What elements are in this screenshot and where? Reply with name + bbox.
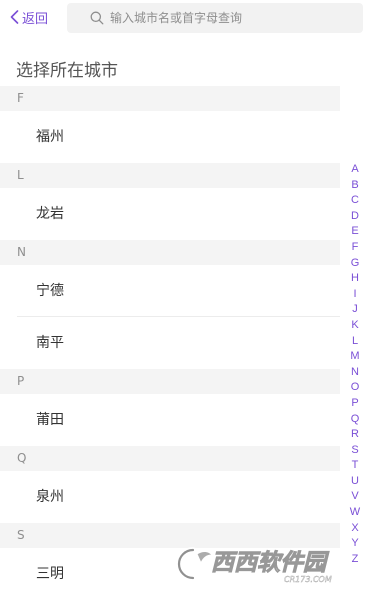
- alphabet-index-letter[interactable]: I: [353, 287, 356, 303]
- search-icon: [90, 11, 104, 25]
- city-item-ningde[interactable]: 宁德: [0, 265, 340, 317]
- alphabet-index-letter[interactable]: W: [350, 505, 360, 521]
- alphabet-index-letter[interactable]: L: [352, 334, 358, 350]
- alphabet-index-letter[interactable]: Q: [351, 412, 360, 428]
- alphabet-index-letter[interactable]: F: [352, 240, 359, 256]
- alphabet-index-letter[interactable]: N: [351, 365, 359, 381]
- city-item-putian[interactable]: 莆田: [0, 394, 340, 446]
- alphabet-index-letter[interactable]: O: [351, 380, 360, 396]
- section-header-n: N: [0, 240, 340, 265]
- watermark-subtext: CR173.COM: [284, 575, 332, 584]
- watermark-text: 西西软件园: [211, 550, 330, 576]
- alphabet-index-letter[interactable]: B: [351, 178, 358, 194]
- alphabet-index-letter[interactable]: U: [351, 474, 359, 490]
- search-input[interactable]: [110, 11, 330, 25]
- search-box[interactable]: [67, 3, 363, 33]
- alphabet-index: A B C D E F G H I J K L M N O P Q R S T …: [348, 162, 362, 567]
- page-title: 选择所在城市: [16, 61, 118, 81]
- section-header-f: F: [0, 86, 340, 111]
- alphabet-index-letter[interactable]: E: [351, 224, 358, 240]
- alphabet-index-letter[interactable]: V: [351, 489, 358, 505]
- city-list: F 福州 L 龙岩 N 宁德 南平 P 莆田 Q 泉州 S 三明: [0, 86, 340, 600]
- chevron-left-icon: [10, 10, 19, 24]
- section-header-p: P: [0, 369, 340, 394]
- alphabet-index-letter[interactable]: P: [351, 396, 358, 412]
- alphabet-index-letter[interactable]: A: [351, 162, 358, 178]
- city-item-nanping[interactable]: 南平: [0, 317, 340, 369]
- alphabet-index-letter[interactable]: X: [351, 521, 358, 537]
- back-button[interactable]: 返回: [10, 7, 48, 27]
- alphabet-index-letter[interactable]: S: [351, 443, 358, 459]
- top-bar: 返回: [0, 0, 365, 36]
- section-header-q: Q: [0, 446, 340, 471]
- city-item-fuzhou[interactable]: 福州: [0, 111, 340, 163]
- watermark-logo: 西西软件园 CR173.COM: [176, 547, 332, 584]
- alphabet-index-letter[interactable]: J: [352, 302, 358, 318]
- alphabet-index-letter[interactable]: K: [351, 318, 358, 334]
- alphabet-index-letter[interactable]: D: [351, 209, 359, 225]
- city-item-longyan[interactable]: 龙岩: [0, 188, 340, 240]
- city-item-quanzhou[interactable]: 泉州: [0, 471, 340, 523]
- alphabet-index-letter[interactable]: G: [351, 256, 360, 272]
- alphabet-index-letter[interactable]: R: [351, 427, 359, 443]
- alphabet-index-letter[interactable]: M: [350, 349, 359, 365]
- alphabet-index-letter[interactable]: H: [351, 271, 359, 287]
- back-label: 返回: [22, 11, 49, 27]
- alphabet-index-letter[interactable]: C: [351, 193, 359, 209]
- alphabet-index-letter[interactable]: T: [352, 458, 359, 474]
- section-header-l: L: [0, 163, 340, 188]
